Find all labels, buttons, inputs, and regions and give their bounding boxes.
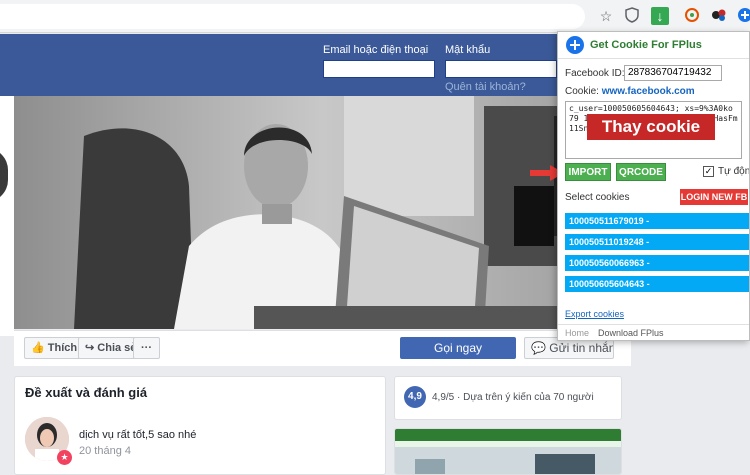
fplus-extension-popup: Get Cookie For FPlus Facebook ID: 287836… <box>557 31 750 341</box>
send-message-label: Gửi tin nhắn <box>549 341 614 355</box>
review-text: dịch vụ rất tốt,5 sao nhé <box>79 429 197 441</box>
star-icon[interactable]: ☆ <box>597 7 615 25</box>
cookie-list-item[interactable]: 100050511019248 - <box>565 234 749 250</box>
fplus-extension-icon[interactable] <box>736 7 750 25</box>
facebook-id-field[interactable]: 287836704719432 <box>624 65 722 81</box>
divider <box>558 58 749 59</box>
rating-summary: 4,9/5 · Dựa trên ý kiến của 70 người <box>432 392 594 403</box>
import-button[interactable]: IMPORT <box>565 163 611 181</box>
like-button[interactable]: 👍 Thích <box>24 337 85 359</box>
login-new-fb-button[interactable]: LOGIN NEW FB <box>680 189 748 205</box>
cookie-label-row: Cookie: www.facebook.com <box>565 86 695 97</box>
cookie-list-item[interactable]: 100050511679019 - <box>565 213 749 229</box>
email-label: Email hoặc điện thoại <box>323 44 429 56</box>
share-label: Chia sẻ <box>97 342 137 354</box>
shield-icon[interactable] <box>623 7 641 25</box>
auto-save-checkbox[interactable]: ✓ <box>703 166 714 177</box>
password-field[interactable] <box>445 60 557 78</box>
email-field[interactable] <box>323 60 435 78</box>
messenger-icon: 💬 <box>531 341 546 355</box>
recommend-badge-icon: ★ <box>57 450 72 465</box>
extension-swirl-icon[interactable] <box>683 7 701 25</box>
address-bar[interactable] <box>0 4 585 29</box>
share-icon: ↪ <box>85 342 95 354</box>
cookie-label: Cookie: <box>565 86 599 97</box>
cover-photo[interactable] <box>14 96 631 329</box>
photo-card[interactable] <box>394 428 622 475</box>
rating-score-badge: 4,9 <box>404 386 426 408</box>
export-cookies-link[interactable]: Export cookies <box>565 309 624 319</box>
divider <box>558 324 749 325</box>
auto-save-label: Tự động lưu fb <box>718 166 750 177</box>
password-label: Mật khẩu <box>445 44 491 56</box>
cookie-domain-link[interactable]: www.facebook.com <box>602 86 695 97</box>
profile-sidebar-edge <box>0 96 14 336</box>
like-label: Thích <box>47 342 78 354</box>
footer-home-link[interactable]: Home <box>565 328 589 338</box>
cookie-list-item[interactable]: 100050560066963 - <box>565 255 749 271</box>
replace-cookie-annotation: Thay cookie <box>587 114 715 140</box>
browser-toolbar: ☆ ↓ <box>0 0 750 33</box>
cookie-list-item[interactable]: 100050605604643 - <box>565 276 749 292</box>
popup-title: Get Cookie For FPlus <box>590 39 702 51</box>
more-options-button[interactable]: ··· <box>133 337 160 359</box>
reviews-title: Đề xuất và đánh giá <box>25 385 148 400</box>
download-icon[interactable]: ↓ <box>651 7 669 25</box>
thumbs-up-icon: 👍 <box>31 342 45 354</box>
facebook-id-label: Facebook ID: <box>565 68 625 79</box>
footer-download-link[interactable]: Download FPlus <box>598 328 664 338</box>
reviews-card: Đề xuất và đánh giá ★ dịch vụ rất tốt,5 … <box>14 376 386 475</box>
forgot-account-link[interactable]: Quên tài khoản? <box>445 81 526 93</box>
fplus-logo-icon <box>566 36 584 54</box>
select-cookies-label: Select cookies <box>565 192 630 203</box>
profile-picture[interactable] <box>0 148 8 202</box>
extension-dots-icon[interactable] <box>710 7 728 25</box>
call-now-button[interactable]: Gọi ngay <box>400 337 516 359</box>
qrcode-button[interactable]: QRCODE <box>616 163 666 181</box>
review-date[interactable]: 20 tháng 4 <box>79 445 131 457</box>
